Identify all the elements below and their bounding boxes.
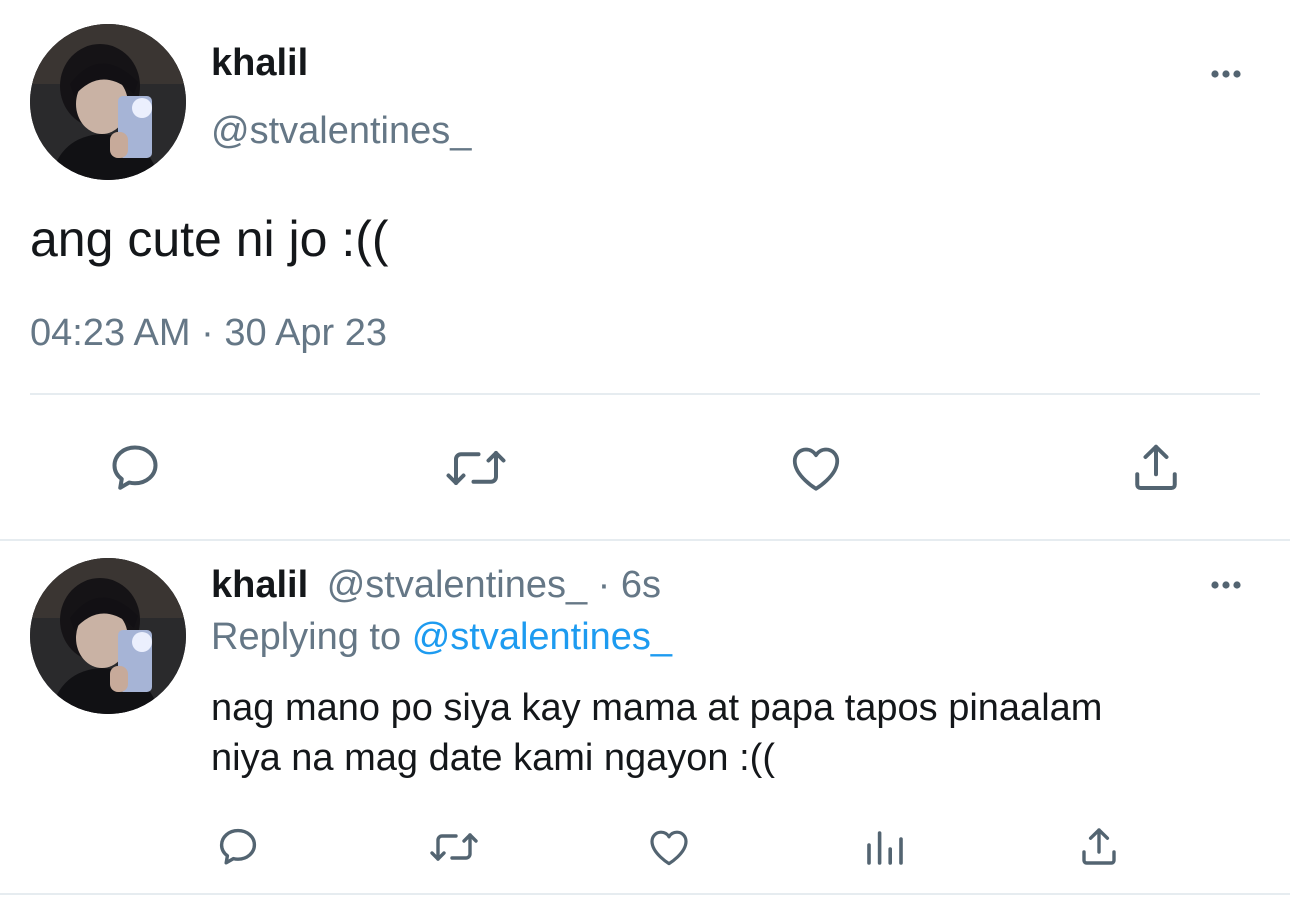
like-button[interactable] (645, 823, 693, 871)
views-button[interactable] (861, 823, 909, 871)
divider (0, 539, 1290, 541)
reply-bubble-icon (112, 445, 158, 490)
more-horizontal-icon (1211, 70, 1241, 78)
reply-header: khalil @stvalentines_ · 6s (211, 563, 661, 607)
retweet-icon (430, 833, 478, 861)
replying-to-handle-link[interactable]: @stvalentines_ (412, 616, 672, 658)
more-options-button[interactable] (1206, 62, 1246, 86)
more-options-button[interactable] (1206, 573, 1246, 597)
reply-bubble-icon (219, 828, 257, 865)
heart-icon (650, 830, 688, 866)
display-name[interactable]: khalil (211, 41, 308, 85)
share-upload-icon (1135, 444, 1177, 490)
analytics-bars-icon (867, 831, 903, 865)
reply-text-line: niya na mag date kami ngayon :(( (211, 737, 775, 779)
profile-photo-icon (30, 24, 186, 180)
tweet-time: 04:23 AM (30, 312, 191, 354)
share-button[interactable] (1126, 438, 1186, 498)
tweet-text: ang cute ni jo :(( (30, 211, 389, 267)
share-upload-icon (1082, 828, 1116, 865)
divider (0, 893, 1290, 895)
timestamp-separator: · (201, 312, 214, 354)
reply-button[interactable] (214, 823, 262, 871)
retweet-icon (446, 451, 506, 485)
reply-text-line: nag mano po siya kay mama at papa tapos … (211, 687, 1103, 729)
more-horizontal-icon (1211, 581, 1241, 589)
like-button[interactable] (786, 438, 846, 498)
replying-to-label: Replying to (211, 616, 402, 658)
divider (30, 393, 1260, 395)
user-handle[interactable]: @stvalentines_ (211, 109, 471, 153)
display-name[interactable]: khalil (211, 564, 308, 606)
share-button[interactable] (1075, 823, 1123, 871)
replying-to: Replying to @stvalentines_ (211, 615, 672, 659)
retweet-button[interactable] (427, 823, 481, 871)
profile-photo-icon (30, 558, 186, 714)
heart-icon (792, 447, 840, 491)
tweet-age[interactable]: · 6s (598, 564, 661, 606)
user-handle[interactable]: @stvalentines_ (327, 564, 587, 606)
tweet-date: 30 Apr 23 (224, 312, 388, 354)
avatar[interactable] (30, 558, 186, 714)
tweet-timestamp[interactable]: 04:23 AM · 30 Apr 23 (30, 311, 387, 355)
avatar[interactable] (30, 24, 186, 180)
reply-button[interactable] (105, 438, 165, 498)
retweet-button[interactable] (443, 438, 509, 498)
